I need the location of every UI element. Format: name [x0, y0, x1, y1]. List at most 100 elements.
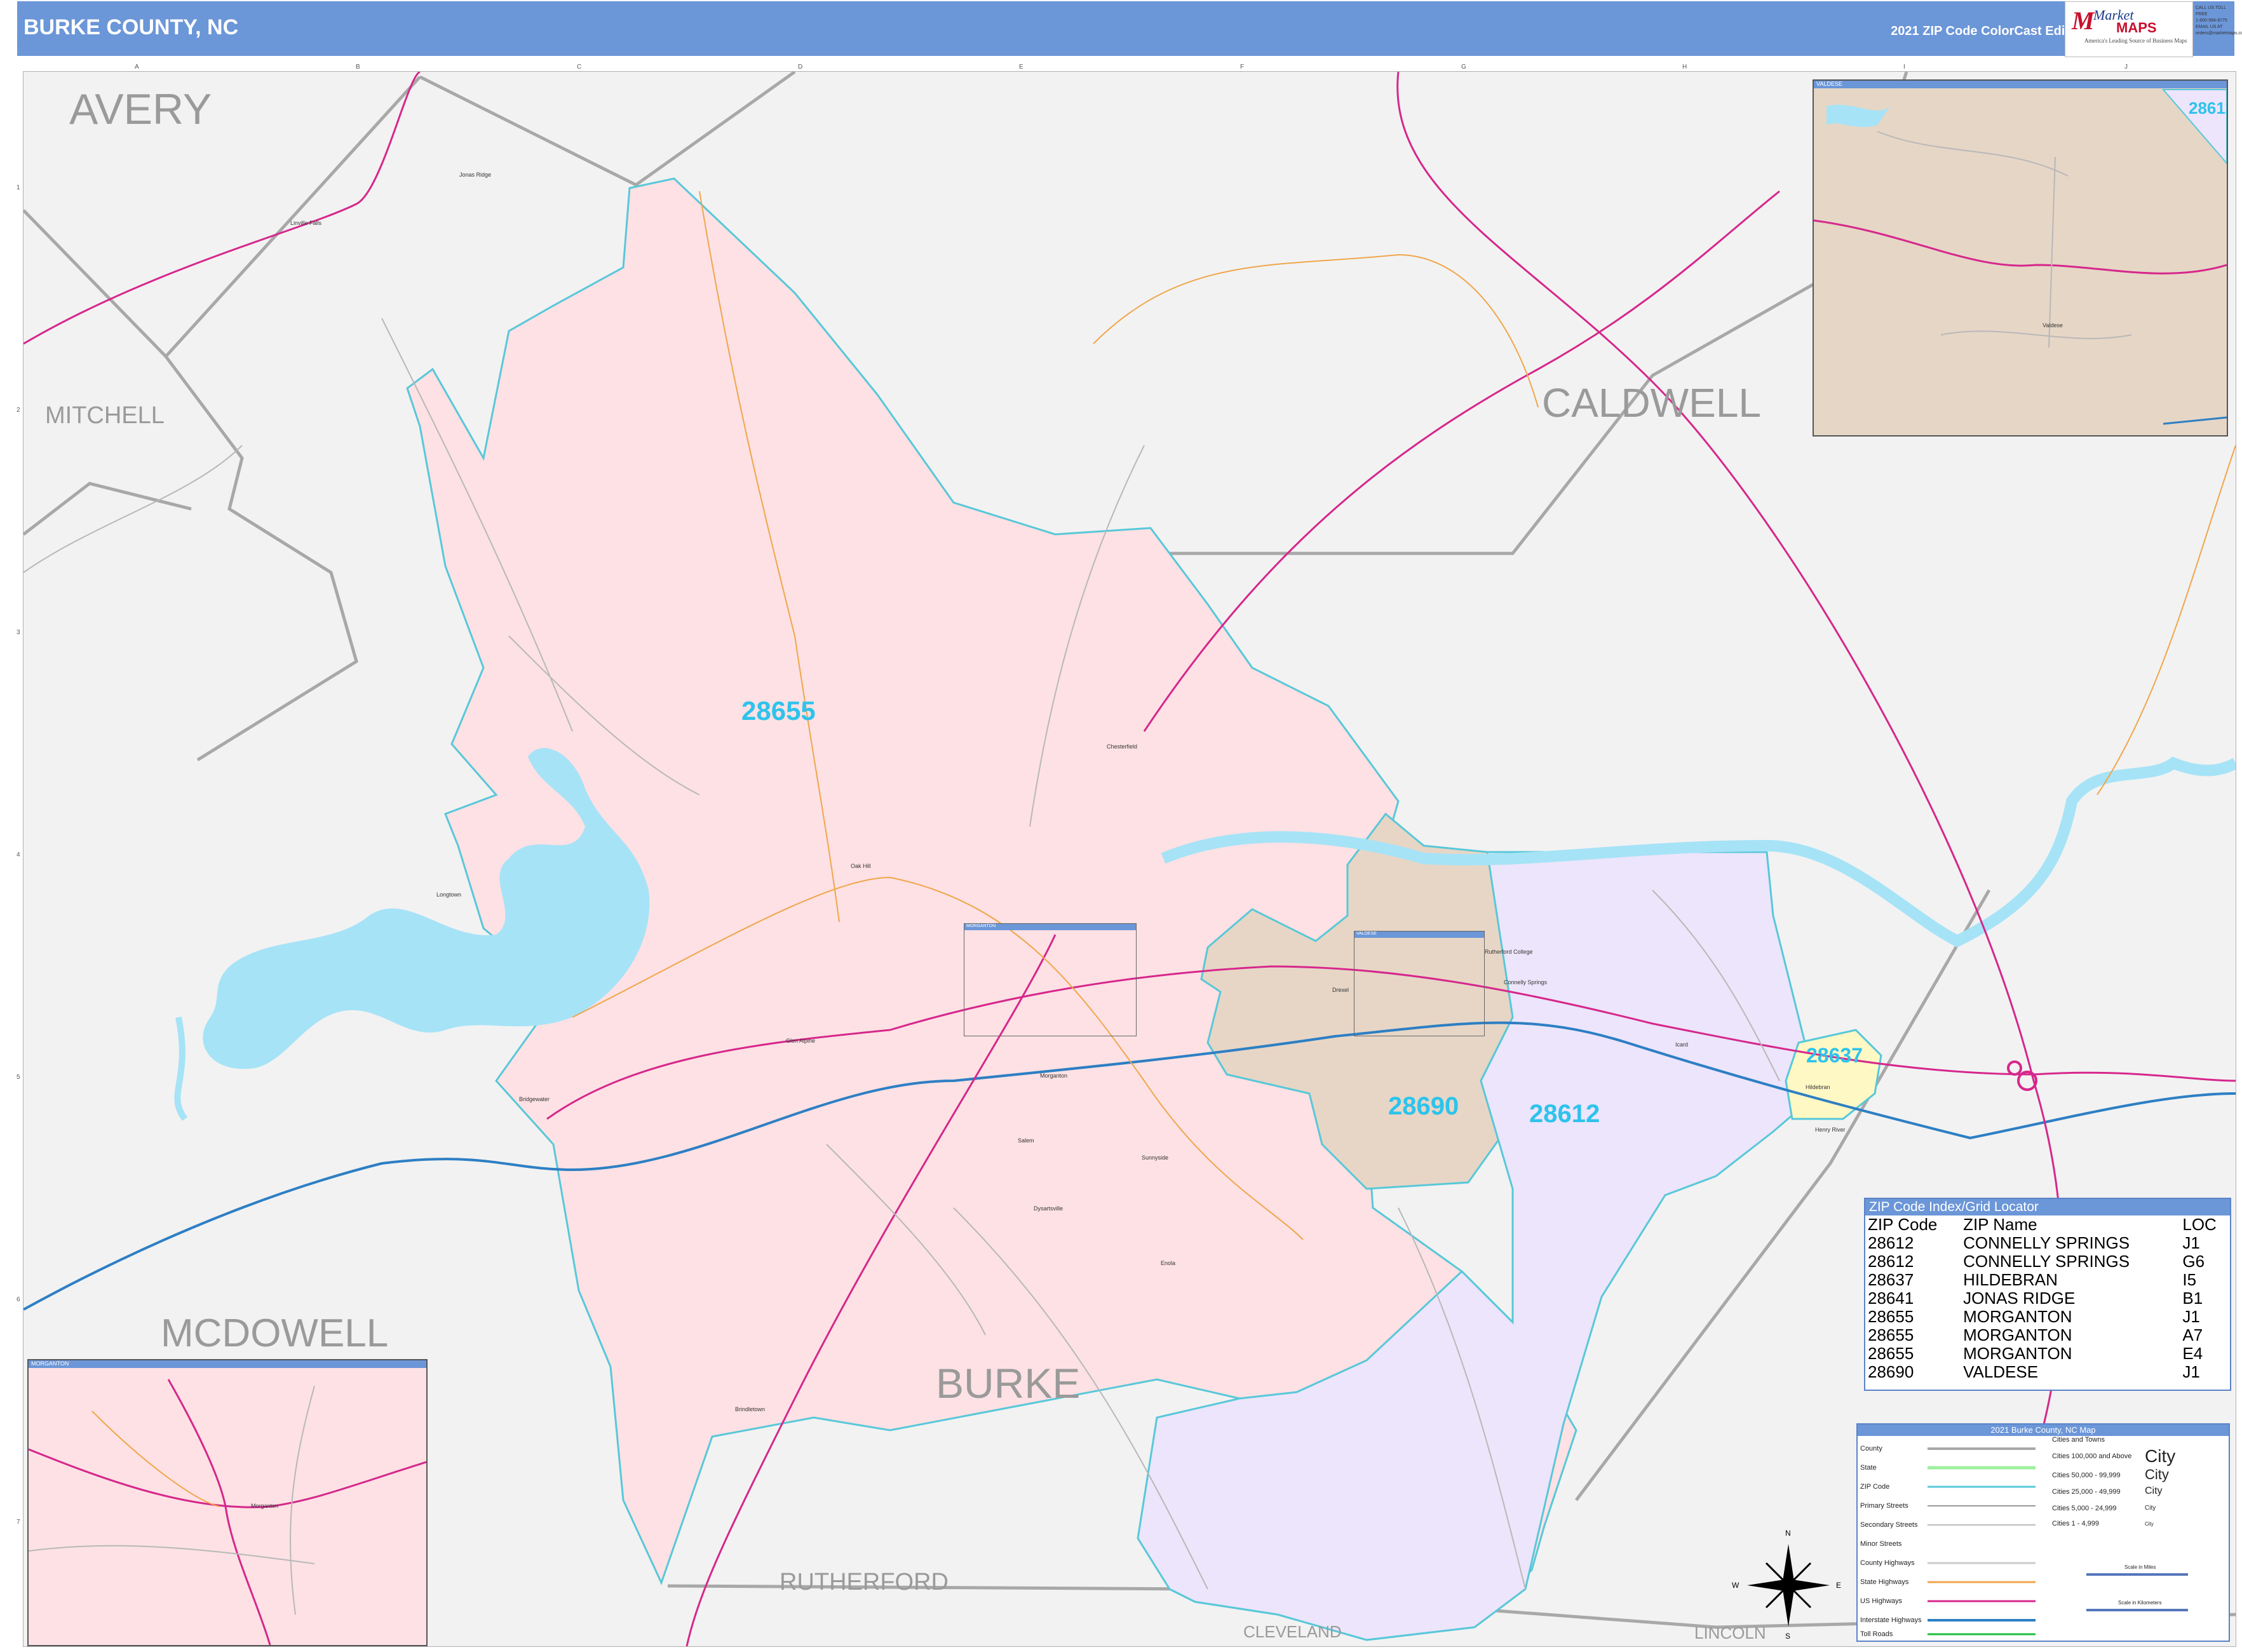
zip-label-28637: 28637 [1806, 1044, 1863, 1067]
legend-city-sample: City [2145, 1486, 2163, 1496]
locator-label: VALDESE [1354, 931, 1484, 938]
grid-row-label: 6 [17, 1296, 20, 1303]
loc-cell: E4 [2182, 1344, 2203, 1363]
grid-col-label: C [577, 64, 582, 71]
inset-state-road [91, 1411, 220, 1507]
town-label: Brindletown [735, 1406, 766, 1412]
grid-row-label: 1 [17, 184, 20, 191]
grid-column-ticks: A B C D E F G H I J [23, 64, 2235, 71]
county-line [419, 72, 796, 187]
compass-east-point [1788, 1579, 1830, 1592]
town-label: Enola [1161, 1260, 1176, 1266]
legend-city-range: Cities 100,000 and Above [2052, 1452, 2132, 1460]
county-label-avery: AVERY [69, 85, 212, 133]
compass-w: W [1732, 1581, 1739, 1590]
town-label: Jonas Ridge [459, 172, 492, 178]
zip-cell: 28612 [1868, 1252, 1914, 1271]
zip-name-cell: VALDESE [1963, 1362, 2039, 1381]
table-row: 28655 MORGANTON E4 [1865, 1344, 2230, 1363]
loc-cell: A7 [2182, 1325, 2203, 1344]
loc-cell: B1 [2182, 1289, 2203, 1308]
legend-city-sample: City [2145, 1466, 2169, 1482]
contact-line: EMAIL US AT [2196, 25, 2223, 29]
compass-west-point [1747, 1579, 1788, 1592]
zip-name-cell: JONAS RIDGE [1963, 1289, 2076, 1308]
legend-city-sample: City [2145, 1446, 2176, 1466]
compass-n: N [1785, 1529, 1791, 1538]
legend-city-range: Cities 5,000 - 24,999 [2052, 1505, 2117, 1512]
scale-bar-km [2086, 1609, 2188, 1611]
legend-item: County [1860, 1445, 1882, 1452]
legend-city-range: Cities 1 - 4,999 [2052, 1520, 2099, 1527]
morganton-inset-map[interactable]: MORGANTON Morganton [27, 1359, 428, 1646]
county-label-burke: BURKE [936, 1360, 1081, 1407]
legend-item: State [1860, 1464, 1877, 1472]
county-line [24, 482, 192, 536]
legend-item: US Highways [1860, 1597, 1903, 1605]
morganton-locator-box[interactable]: MORGANTON [964, 923, 1137, 1036]
town-label: Glen Alpine [786, 1038, 816, 1044]
inset-town-label: Valdese [2043, 322, 2063, 328]
contact-line: orders@marketmaps.com [2196, 31, 2242, 36]
loc-cell: J1 [2182, 1307, 2200, 1326]
zip-index-header: LOC [2182, 1215, 2217, 1234]
county-label-rutherford: RUTHERFORD [780, 1569, 949, 1595]
inset-svg [1814, 89, 2227, 425]
inset-interstate [2163, 416, 2227, 425]
contact-info: CALL US TOLL FREE 1-800-994-8775 EMAIL U… [2196, 5, 2242, 37]
town-label: Hildebran [1806, 1084, 1830, 1090]
zip-name-cell: HILDEBRAN [1963, 1270, 2058, 1289]
valdese-locator-box[interactable]: VALDESE [1354, 931, 1485, 1036]
inset-svg [29, 1379, 426, 1645]
zip-cell: 28690 [1868, 1362, 1914, 1381]
grid-row-label: 3 [17, 629, 20, 636]
county-label-caldwell: CALDWELL [1542, 380, 1761, 426]
zip-cell: 28655 [1868, 1307, 1914, 1326]
legend-city-sample: City [2145, 1521, 2154, 1527]
grid-col-label: F [1240, 64, 1245, 71]
grid-col-label: D [798, 64, 803, 71]
table-row: 28637 HILDEBRAN I5 [1865, 1271, 2230, 1289]
grid-col-label: H [1682, 64, 1687, 71]
zip-index-title: ZIP Code Index/Grid Locator [1865, 1199, 2230, 1215]
grid-col-label: J [2124, 64, 2128, 71]
legend-item: Secondary Streets [1860, 1521, 1918, 1529]
zip-cell: 28637 [1868, 1270, 1914, 1289]
town-label: Henry River [1815, 1127, 1846, 1133]
state-road [1093, 254, 1539, 408]
locator-label: MORGANTON [964, 924, 1136, 930]
inset-road [1877, 131, 2069, 177]
grid-row-label: 7 [17, 1519, 20, 1526]
town-label: Rutherford College [1485, 949, 1533, 955]
inset-town-label: Morganton [251, 1503, 279, 1509]
town-label: Morganton [1040, 1073, 1068, 1079]
map-canvas[interactable]: AVERY MITCHELL CALDWELL MCDOWELL BURKE R… [23, 71, 2236, 1647]
map-header: BURKE COUNTY, NC 2021 ZIP Code ColorCast… [17, 1, 2234, 56]
grid-col-label: E [1019, 64, 1023, 71]
zip-label-28655: 28655 [741, 696, 816, 726]
zip-label-28690: 28690 [1388, 1092, 1459, 1120]
county-label-mitchell: MITCHELL [45, 402, 165, 429]
loc-cell: J1 [2182, 1362, 2200, 1381]
zip-cell: 28641 [1868, 1289, 1914, 1308]
legend-item: Primary Streets [1860, 1502, 1908, 1510]
town-label: Longtown [436, 891, 462, 898]
zip-region-28637 [1785, 1029, 1882, 1120]
compass-svg [1747, 1544, 1830, 1627]
county-label-mcdowell: MCDOWELL [161, 1311, 389, 1355]
valdese-inset-map[interactable]: VALDESE 28612 Valdese [1813, 79, 2228, 437]
legend-item: State Highways [1860, 1578, 1909, 1586]
compass-rose-icon: N S E W [1732, 1529, 1841, 1641]
zip-name-cell: CONNELLY SPRINGS [1963, 1233, 2130, 1252]
legend-cities-header: Cities and Towns [2052, 1436, 2105, 1444]
zip-name-cell: MORGANTON [1963, 1325, 2072, 1344]
town-label: Chesterfield [1107, 743, 1138, 750]
legend-item: ZIP Code [1860, 1483, 1890, 1491]
town-label: Linville Falls [290, 220, 322, 226]
zip-index-header: ZIP Name [1963, 1215, 2037, 1234]
state-road [2097, 445, 2236, 796]
inset-zip-label-28612: 28612 [2189, 98, 2227, 118]
grid-col-label: I [1903, 64, 1905, 71]
scale-bar-miles [2086, 1573, 2188, 1576]
grid-col-label: B [356, 64, 360, 71]
